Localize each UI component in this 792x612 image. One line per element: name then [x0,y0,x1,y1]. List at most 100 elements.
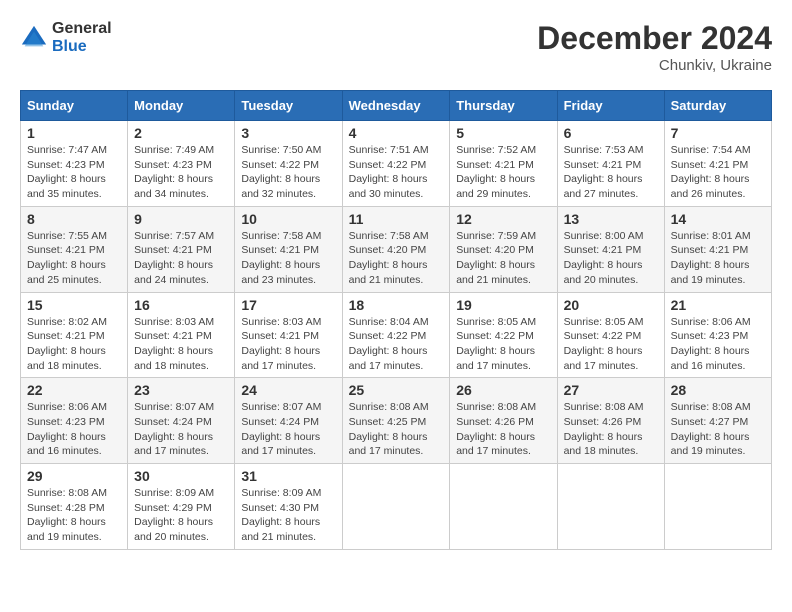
day-cell-5: 5 Sunrise: 7:52 AM Sunset: 4:21 PM Dayli… [450,121,557,207]
day-cell-6: 6 Sunrise: 7:53 AM Sunset: 4:21 PM Dayli… [557,121,664,207]
day-cell-15: 15 Sunrise: 8:02 AM Sunset: 4:21 PM Dayl… [21,292,128,378]
day-number: 27 [564,382,658,398]
header-sunday: Sunday [21,91,128,121]
day-number: 26 [456,382,550,398]
day-number: 30 [134,468,228,484]
day-info: Sunrise: 8:07 AM Sunset: 4:24 PM Dayligh… [134,400,228,459]
day-number: 16 [134,297,228,313]
day-info: Sunrise: 7:57 AM Sunset: 4:21 PM Dayligh… [134,229,228,288]
day-number: 9 [134,211,228,227]
day-info: Sunrise: 8:08 AM Sunset: 4:26 PM Dayligh… [456,400,550,459]
calendar-week-1: 1 Sunrise: 7:47 AM Sunset: 4:23 PM Dayli… [21,121,772,207]
day-number: 31 [241,468,335,484]
day-number: 3 [241,125,335,141]
day-info: Sunrise: 8:05 AM Sunset: 4:22 PM Dayligh… [564,315,658,374]
day-cell-8: 8 Sunrise: 7:55 AM Sunset: 4:21 PM Dayli… [21,206,128,292]
header-row: Sunday Monday Tuesday Wednesday Thursday… [21,91,772,121]
day-cell-26: 26 Sunrise: 8:08 AM Sunset: 4:26 PM Dayl… [450,378,557,464]
day-info: Sunrise: 8:08 AM Sunset: 4:27 PM Dayligh… [671,400,765,459]
location: Chunkiv, Ukraine [537,57,772,74]
calendar-week-2: 8 Sunrise: 7:55 AM Sunset: 4:21 PM Dayli… [21,206,772,292]
day-cell-2: 2 Sunrise: 7:49 AM Sunset: 4:23 PM Dayli… [128,121,235,207]
day-number: 13 [564,211,658,227]
day-number: 14 [671,211,765,227]
header-tuesday: Tuesday [235,91,342,121]
day-info: Sunrise: 7:58 AM Sunset: 4:20 PM Dayligh… [349,229,444,288]
day-cell-20: 20 Sunrise: 8:05 AM Sunset: 4:22 PM Dayl… [557,292,664,378]
day-number: 7 [671,125,765,141]
header-monday: Monday [128,91,235,121]
day-cell-10: 10 Sunrise: 7:58 AM Sunset: 4:21 PM Dayl… [235,206,342,292]
day-cell-22: 22 Sunrise: 8:06 AM Sunset: 4:23 PM Dayl… [21,378,128,464]
day-number: 22 [27,382,121,398]
day-cell-3: 3 Sunrise: 7:50 AM Sunset: 4:22 PM Dayli… [235,121,342,207]
day-cell-14: 14 Sunrise: 8:01 AM Sunset: 4:21 PM Dayl… [664,206,771,292]
day-cell-19: 19 Sunrise: 8:05 AM Sunset: 4:22 PM Dayl… [450,292,557,378]
month-title: December 2024 [537,20,772,57]
day-number: 12 [456,211,550,227]
day-cell-16: 16 Sunrise: 8:03 AM Sunset: 4:21 PM Dayl… [128,292,235,378]
day-cell-17: 17 Sunrise: 8:03 AM Sunset: 4:21 PM Dayl… [235,292,342,378]
header-saturday: Saturday [664,91,771,121]
empty-cell [342,464,450,550]
logo-blue: Blue [52,38,112,56]
day-cell-29: 29 Sunrise: 8:08 AM Sunset: 4:28 PM Dayl… [21,464,128,550]
day-info: Sunrise: 7:49 AM Sunset: 4:23 PM Dayligh… [134,143,228,202]
day-number: 28 [671,382,765,398]
day-info: Sunrise: 7:50 AM Sunset: 4:22 PM Dayligh… [241,143,335,202]
day-cell-25: 25 Sunrise: 8:08 AM Sunset: 4:25 PM Dayl… [342,378,450,464]
calendar-week-4: 22 Sunrise: 8:06 AM Sunset: 4:23 PM Dayl… [21,378,772,464]
day-cell-27: 27 Sunrise: 8:08 AM Sunset: 4:26 PM Dayl… [557,378,664,464]
day-number: 18 [349,297,444,313]
day-info: Sunrise: 8:00 AM Sunset: 4:21 PM Dayligh… [564,229,658,288]
day-info: Sunrise: 7:51 AM Sunset: 4:22 PM Dayligh… [349,143,444,202]
day-info: Sunrise: 7:55 AM Sunset: 4:21 PM Dayligh… [27,229,121,288]
empty-cell [450,464,557,550]
day-number: 6 [564,125,658,141]
header-wednesday: Wednesday [342,91,450,121]
day-number: 24 [241,382,335,398]
day-cell-4: 4 Sunrise: 7:51 AM Sunset: 4:22 PM Dayli… [342,121,450,207]
day-number: 23 [134,382,228,398]
day-info: Sunrise: 7:59 AM Sunset: 4:20 PM Dayligh… [456,229,550,288]
title-block: December 2024 Chunkiv, Ukraine [537,20,772,74]
day-cell-1: 1 Sunrise: 7:47 AM Sunset: 4:23 PM Dayli… [21,121,128,207]
day-cell-18: 18 Sunrise: 8:04 AM Sunset: 4:22 PM Dayl… [342,292,450,378]
day-number: 4 [349,125,444,141]
day-info: Sunrise: 8:08 AM Sunset: 4:28 PM Dayligh… [27,486,121,545]
page-header: General Blue December 2024 Chunkiv, Ukra… [20,20,772,74]
day-number: 20 [564,297,658,313]
day-info: Sunrise: 7:54 AM Sunset: 4:21 PM Dayligh… [671,143,765,202]
day-info: Sunrise: 7:58 AM Sunset: 4:21 PM Dayligh… [241,229,335,288]
day-info: Sunrise: 8:05 AM Sunset: 4:22 PM Dayligh… [456,315,550,374]
day-number: 17 [241,297,335,313]
logo: General Blue [20,20,112,55]
day-info: Sunrise: 8:09 AM Sunset: 4:29 PM Dayligh… [134,486,228,545]
day-number: 1 [27,125,121,141]
day-cell-28: 28 Sunrise: 8:08 AM Sunset: 4:27 PM Dayl… [664,378,771,464]
day-info: Sunrise: 8:02 AM Sunset: 4:21 PM Dayligh… [27,315,121,374]
day-cell-31: 31 Sunrise: 8:09 AM Sunset: 4:30 PM Dayl… [235,464,342,550]
day-number: 15 [27,297,121,313]
day-number: 10 [241,211,335,227]
day-cell-12: 12 Sunrise: 7:59 AM Sunset: 4:20 PM Dayl… [450,206,557,292]
day-info: Sunrise: 8:08 AM Sunset: 4:26 PM Dayligh… [564,400,658,459]
day-info: Sunrise: 8:06 AM Sunset: 4:23 PM Dayligh… [671,315,765,374]
empty-cell [664,464,771,550]
header-thursday: Thursday [450,91,557,121]
day-number: 11 [349,211,444,227]
logo-general: General [52,20,112,38]
day-cell-13: 13 Sunrise: 8:00 AM Sunset: 4:21 PM Dayl… [557,206,664,292]
calendar-week-3: 15 Sunrise: 8:02 AM Sunset: 4:21 PM Dayl… [21,292,772,378]
empty-cell [557,464,664,550]
day-cell-9: 9 Sunrise: 7:57 AM Sunset: 4:21 PM Dayli… [128,206,235,292]
day-cell-23: 23 Sunrise: 8:07 AM Sunset: 4:24 PM Dayl… [128,378,235,464]
day-number: 8 [27,211,121,227]
logo-icon [20,24,48,52]
calendar-week-5: 29 Sunrise: 8:08 AM Sunset: 4:28 PM Dayl… [21,464,772,550]
day-info: Sunrise: 8:09 AM Sunset: 4:30 PM Dayligh… [241,486,335,545]
day-cell-30: 30 Sunrise: 8:09 AM Sunset: 4:29 PM Dayl… [128,464,235,550]
day-info: Sunrise: 8:07 AM Sunset: 4:24 PM Dayligh… [241,400,335,459]
day-info: Sunrise: 8:03 AM Sunset: 4:21 PM Dayligh… [134,315,228,374]
day-info: Sunrise: 8:06 AM Sunset: 4:23 PM Dayligh… [27,400,121,459]
